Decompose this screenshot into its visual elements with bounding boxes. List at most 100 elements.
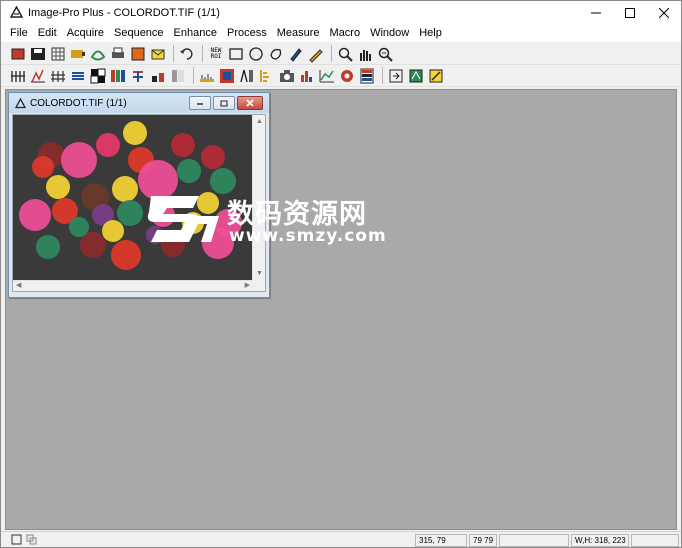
pencil-icon[interactable] (307, 45, 325, 63)
new-roi-label: NEW ROI (210, 46, 222, 60)
doc-restore-button[interactable] (213, 96, 235, 110)
status-tile-icon[interactable] (26, 534, 37, 545)
menu-sequence[interactable]: Sequence (109, 24, 169, 42)
scroll-right-icon[interactable]: ▶ (245, 281, 250, 291)
threshold-icon[interactable] (129, 67, 147, 85)
grid-icon[interactable] (49, 45, 67, 63)
camera-icon[interactable] (69, 45, 87, 63)
color-dot (111, 240, 141, 270)
color-channels-icon[interactable] (109, 67, 127, 85)
envelope-icon[interactable] (149, 45, 167, 63)
watermark: 数码资源网 www.smzy.com (141, 186, 386, 256)
filter-icon[interactable] (69, 67, 87, 85)
script-icon[interactable] (427, 67, 445, 85)
doc-minimize-button[interactable] (189, 96, 211, 110)
document-title-bar[interactable]: COLORDOT.TIF (1/1) (9, 93, 269, 113)
color-dot (201, 145, 225, 169)
convert-icon[interactable] (387, 67, 405, 85)
color-dot (36, 235, 60, 259)
ruler-icon[interactable] (198, 67, 216, 85)
document-title: COLORDOT.TIF (1/1) (30, 97, 127, 109)
color-dot (96, 133, 120, 157)
title-bar: Image-Pro Plus - COLORDOT.TIF (1/1) (1, 1, 681, 24)
menu-help[interactable]: Help (414, 24, 447, 42)
watermark-url-text: www.smzy.com (229, 226, 387, 246)
color-bar-icon[interactable] (358, 67, 376, 85)
document-icon (14, 97, 26, 109)
toolbar-separator (193, 67, 194, 84)
color-dot (19, 199, 51, 231)
color-dot (46, 175, 70, 199)
menu-macro[interactable]: Macro (325, 24, 366, 42)
close-button[interactable] (647, 1, 681, 24)
undo-icon[interactable] (178, 45, 196, 63)
color-dot (102, 220, 124, 242)
menu-enhance[interactable]: Enhance (169, 24, 222, 42)
minimize-button[interactable] (579, 1, 613, 24)
histogram-icon[interactable] (9, 67, 27, 85)
watermark-logo (147, 196, 219, 242)
scroll-down-icon[interactable]: ▼ (256, 269, 263, 279)
spatial-calibration-icon[interactable] (258, 67, 276, 85)
color-dot (117, 200, 143, 226)
menu-measure[interactable]: Measure (272, 24, 325, 42)
app-window: Image-Pro Plus - COLORDOT.TIF (1/1) File… (0, 0, 682, 548)
menu-file[interactable]: File (5, 24, 33, 42)
camera-capture-icon[interactable] (278, 67, 296, 85)
save-icon[interactable] (29, 45, 47, 63)
disk-icon[interactable] (129, 45, 147, 63)
magic-wand-icon[interactable] (287, 45, 305, 63)
status-blank-field (499, 534, 569, 547)
open-icon[interactable] (9, 45, 27, 63)
horizontal-scrollbar[interactable]: ◀ ▶ (13, 280, 253, 291)
color-dot (80, 232, 106, 258)
line-profile-icon[interactable] (29, 67, 47, 85)
status-window-icon[interactable] (11, 534, 22, 545)
ellipse-roi-icon[interactable] (247, 45, 265, 63)
status-bar: 315, 79 79 79 W,H: 318, 223 (1, 531, 681, 547)
menu-edit[interactable]: Edit (33, 24, 62, 42)
image-size-field: W,H: 318, 223 (571, 534, 629, 547)
app-logo-icon (9, 6, 23, 20)
menu-process[interactable]: Process (222, 24, 272, 42)
toolbar-separator (331, 45, 332, 62)
adjust-icon[interactable] (149, 67, 167, 85)
color-dot (112, 176, 138, 202)
color-dot (61, 142, 97, 178)
menu-acquire[interactable]: Acquire (62, 24, 109, 42)
color-dot (177, 159, 201, 183)
mdi-workspace[interactable]: COLORDOT.TIF (1/1) ▲ ▼ ◀ ▶ (5, 89, 677, 530)
pan-hand-icon[interactable] (356, 45, 374, 63)
color-dot (32, 156, 54, 178)
maximize-button[interactable] (613, 1, 647, 24)
scroll-up-icon[interactable]: ▲ (256, 117, 263, 127)
cursor-position-field: 315, 79 (415, 534, 467, 547)
doc-close-button[interactable] (237, 96, 263, 110)
bar-chart-icon[interactable] (298, 67, 316, 85)
scroll-left-icon[interactable]: ◀ (16, 281, 21, 291)
color-dot (69, 217, 89, 237)
calibration-icon[interactable] (238, 67, 256, 85)
freehand-roi-icon[interactable] (267, 45, 285, 63)
print-icon[interactable] (109, 45, 127, 63)
rectangle-roi-icon[interactable] (227, 45, 245, 63)
graph-icon[interactable] (318, 67, 336, 85)
menu-window[interactable]: Window (365, 24, 414, 42)
zoom-fit-icon[interactable] (376, 45, 394, 63)
toolbar-separator (173, 45, 174, 62)
new-roi-button[interactable]: NEW ROI (207, 45, 225, 63)
status-extra-field (631, 534, 679, 547)
color-map-icon[interactable] (218, 67, 236, 85)
lasso-icon[interactable] (89, 45, 107, 63)
checker-icon[interactable] (89, 67, 107, 85)
toolbar-separator (382, 67, 383, 84)
standard-toolbar: NEW ROI (1, 43, 681, 65)
macro-icon[interactable] (407, 67, 425, 85)
bars-icon[interactable] (169, 67, 187, 85)
bead-icon[interactable] (338, 67, 356, 85)
toolbar-separator (202, 45, 203, 62)
color-dot (123, 121, 147, 145)
bitmap-analysis-icon[interactable] (49, 67, 67, 85)
zoom-icon[interactable] (336, 45, 354, 63)
size-grip[interactable] (252, 280, 265, 291)
